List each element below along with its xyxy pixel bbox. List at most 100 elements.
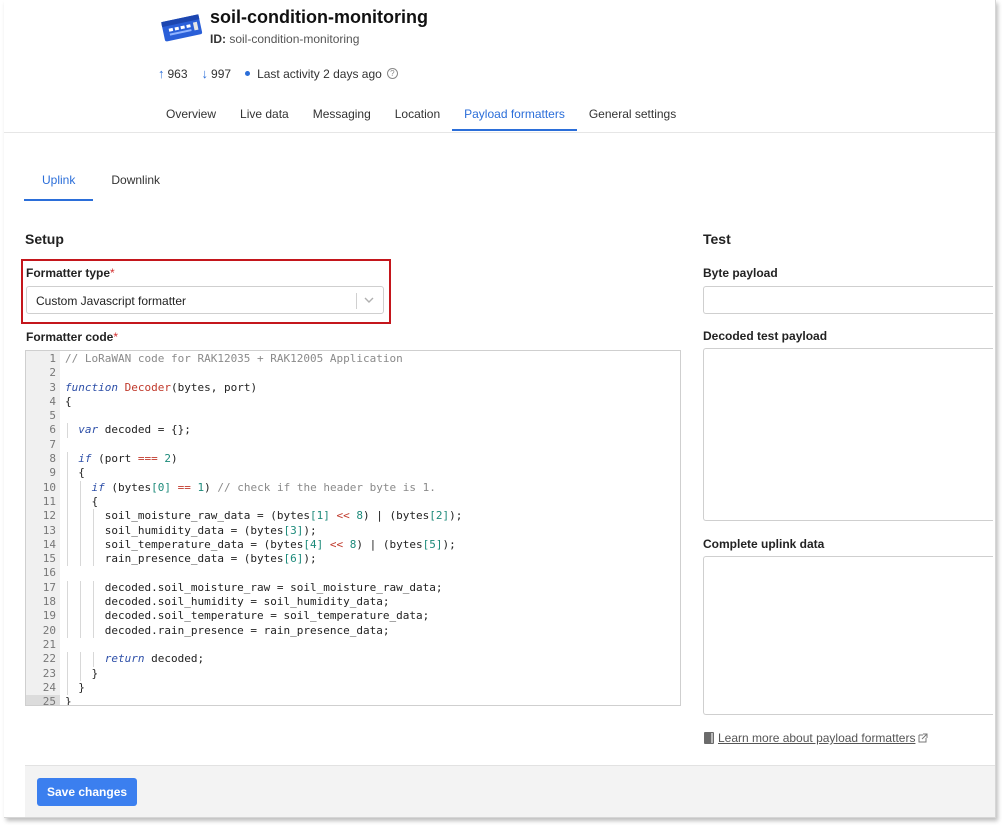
code-line[interactable]: 13 soil_humidity_data = (bytes[3]); <box>26 523 680 538</box>
code-text: soil_temperature_data = (bytes[4] << 8) … <box>65 537 456 551</box>
chevron-down-icon[interactable] <box>362 293 376 307</box>
formatter-type-select[interactable]: Custom Javascript formatter <box>26 286 384 314</box>
select-separator <box>356 293 357 309</box>
code-text: if (port === 2) <box>78 452 178 466</box>
line-number: 10 <box>42 480 56 494</box>
code-text: soil_moisture_raw_data = (bytes[1] << 8)… <box>65 509 463 523</box>
code-line[interactable]: 2 <box>26 366 680 380</box>
status-dot-icon <box>245 71 251 76</box>
line-number: 14 <box>42 537 56 551</box>
line-number: 11 <box>42 494 56 508</box>
code-text: return decoded; <box>104 652 205 666</box>
code-line[interactable]: 3 function Decoder(bytes, port) <box>26 381 680 395</box>
code-line[interactable]: 10 if (bytes[0] == 1) // check if the he… <box>26 480 680 495</box>
code-line[interactable]: 22 return decoded; <box>26 652 680 667</box>
line-number: 25 <box>26 695 60 705</box>
tab-live-data[interactable]: Live data <box>228 97 301 131</box>
complete-uplink-data-label: Complete uplink data <box>703 537 825 551</box>
code-line[interactable]: 12 soil_moisture_raw_data = (bytes[1] <<… <box>26 509 680 524</box>
code-line[interactable]: 8 if (port === 2) <box>26 452 680 467</box>
application-id: ID: soil-condition-monitoring <box>210 32 359 46</box>
required-mark: * <box>110 266 115 280</box>
last-activity-text: Last activity 2 days ago <box>257 66 382 81</box>
last-activity: Last activity 2 days ago ? <box>245 67 398 81</box>
code-text: function Decoder(bytes, port) <box>65 380 258 394</box>
line-number: 8 <box>49 452 56 466</box>
line-number: 16 <box>42 566 56 580</box>
line-number: 23 <box>42 666 56 680</box>
code-text: decoded.rain_presence = rain_presence_da… <box>65 623 390 637</box>
form-footer: Save changes <box>25 765 995 817</box>
code-line[interactable]: 1 // LoRaWAN code for RAK12035 + RAK12005… <box>26 352 680 366</box>
code-text: // LoRaWAN code for RAK12035 + RAK12005 … <box>65 352 403 365</box>
tab-payload-formatters[interactable]: Payload formatters <box>452 97 577 131</box>
learn-more-text[interactable]: Learn more about payload formatters <box>718 731 915 745</box>
code-text: { <box>65 494 99 508</box>
downlink-stat: ↓ 997 <box>202 66 232 81</box>
subtab-downlink[interactable]: Downlink <box>93 162 178 201</box>
code-text: { <box>65 394 72 408</box>
line-number: 15 <box>42 552 56 566</box>
code-editor[interactable]: 1 // LoRaWAN code for RAK12035 + RAK12005… <box>25 350 681 706</box>
line-number: 17 <box>42 580 56 594</box>
byte-payload-input[interactable] <box>703 286 993 314</box>
line-number: 20 <box>42 623 56 637</box>
line-number: 13 <box>42 523 56 537</box>
complete-uplink-data-field[interactable] <box>703 556 993 715</box>
decoded-test-payload-field[interactable] <box>703 348 993 521</box>
external-link-icon <box>918 733 928 743</box>
device-board-icon <box>161 14 203 42</box>
line-number: 24 <box>42 680 56 694</box>
code-line[interactable]: 19 decoded.soil_temperature = soil_tempe… <box>26 609 680 624</box>
code-line[interactable]: 5 <box>26 409 680 423</box>
application-title: soil-condition-monitoring <box>210 7 428 27</box>
main-tabs: Overview Live data Messaging Location Pa… <box>154 97 688 131</box>
learn-more-link[interactable]: Learn more about payload formatters <box>704 731 928 745</box>
app-frame: soil-condition-monitoring ID: soil-condi… <box>4 0 996 818</box>
id-value: soil-condition-monitoring <box>229 32 360 46</box>
code-line[interactable]: 21 <box>26 638 680 652</box>
traffic-stats: ↑ 963 ↓ 997 Last activity 2 days ago ? <box>158 66 412 81</box>
formatter-code-label: Formatter code* <box>26 330 118 344</box>
code-line[interactable]: 9 { <box>26 466 680 481</box>
line-number: 2 <box>49 366 56 380</box>
line-number: 3 <box>49 380 56 394</box>
code-line[interactable]: 14 soil_temperature_data = (bytes[4] << … <box>26 537 680 553</box>
code-line[interactable]: 17 decoded.soil_moisture_raw = soil_mois… <box>26 580 680 596</box>
code-text: soil_humidity_data = (bytes[3]); <box>65 523 317 537</box>
byte-payload-label: Byte payload <box>703 266 778 280</box>
tab-location[interactable]: Location <box>383 97 452 131</box>
arrow-up-icon: ↑ <box>158 66 165 81</box>
code-line[interactable]: 23 } <box>26 666 680 681</box>
save-changes-button[interactable]: Save changes <box>37 778 138 806</box>
line-number: 6 <box>49 423 56 437</box>
formatter-type-value: Custom Javascript formatter <box>36 294 187 308</box>
code-lines[interactable]: 1 // LoRaWAN code for RAK12035 + RAK12005… <box>26 352 680 705</box>
code-line[interactable]: 4{ <box>26 395 680 409</box>
tab-messaging[interactable]: Messaging <box>301 97 383 131</box>
tab-overview[interactable]: Overview <box>154 97 228 131</box>
code-line[interactable]: 25} <box>26 695 680 705</box>
code-line[interactable]: 16 <box>26 566 680 580</box>
help-icon[interactable]: ? <box>386 68 398 79</box>
code-line[interactable]: 7 <box>26 438 680 452</box>
test-title: Test <box>703 231 731 247</box>
required-mark: * <box>113 330 119 344</box>
subtab-uplink[interactable]: Uplink <box>24 162 94 201</box>
line-number: 1 <box>49 352 56 365</box>
decoded-test-payload-label: Decoded test payload <box>703 329 828 343</box>
formatter-type-label-text: Formatter type <box>26 266 111 280</box>
code-line[interactable]: 20 decoded.rain_presence = rain_presence… <box>26 623 680 638</box>
arrow-down-icon: ↓ <box>201 66 209 81</box>
code-line[interactable]: 24 } <box>26 680 680 696</box>
line-number: 4 <box>49 394 56 408</box>
code-text: } <box>65 680 85 694</box>
id-label: ID: <box>210 32 226 46</box>
code-line[interactable]: 18 decoded.soil_humidity = soil_humidity… <box>26 595 680 610</box>
code-line[interactable]: 6 var decoded = {}; <box>26 423 680 438</box>
code-line[interactable]: 15 rain_presence_data = (bytes[6]); <box>26 552 680 567</box>
code-text: } <box>65 666 99 680</box>
tab-general-settings[interactable]: General settings <box>577 97 688 131</box>
code-text: if (bytes[0] == 1) // check if the heade… <box>91 480 436 494</box>
code-line[interactable]: 11 { <box>26 494 680 510</box>
